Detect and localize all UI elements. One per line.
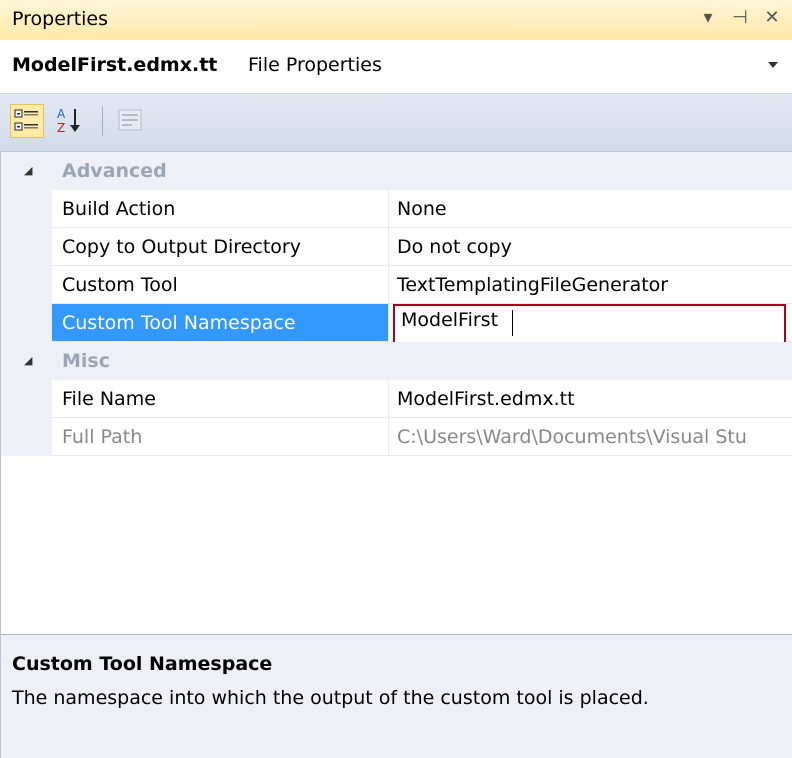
pin-icon[interactable]: ⊣	[730, 7, 750, 28]
category-label: Misc	[62, 350, 110, 372]
property-value-cell[interactable]: Do not copy	[389, 228, 792, 266]
property-name-cell[interactable]: Custom Tool Namespace	[52, 304, 389, 342]
collapse-triangle-icon[interactable]: ◢	[24, 164, 32, 177]
property-row[interactable]: Copy to Output Directory Do not copy	[0, 228, 792, 266]
collapse-triangle-icon[interactable]: ◢	[24, 354, 32, 367]
property-pages-icon	[118, 109, 142, 131]
property-value: None	[397, 198, 447, 220]
toolbar: A Z	[0, 94, 792, 152]
property-value-cell[interactable]: None	[389, 190, 792, 228]
property-value: Do not copy	[397, 236, 512, 258]
dropdown-icon[interactable]: ▾	[698, 7, 718, 28]
property-name: Copy to Output Directory	[62, 236, 301, 258]
window-controls: ▾ ⊣ ✕	[698, 7, 782, 28]
svg-text:A: A	[57, 107, 66, 121]
window-title: Properties	[12, 8, 109, 30]
toolbar-separator	[102, 106, 103, 136]
property-name: Build Action	[62, 198, 176, 220]
property-value: C:\Users\Ward\Documents\Visual Stu	[397, 426, 747, 448]
chevron-down-icon[interactable]	[768, 62, 778, 68]
property-value-cell[interactable]: ModelFirst.edmx.tt	[389, 380, 792, 418]
property-row[interactable]: Custom Tool TextTemplatingFileGenerator	[0, 266, 792, 304]
category-label: Advanced	[62, 160, 167, 182]
property-value-cell[interactable]: C:\Users\Ward\Documents\Visual Stu	[389, 418, 792, 456]
categorized-icon	[14, 109, 38, 131]
categorized-button[interactable]	[10, 104, 44, 138]
property-value: ModelFirst.edmx.tt	[397, 388, 575, 410]
namespace-input[interactable]	[397, 309, 705, 331]
property-name: Custom Tool	[62, 274, 178, 296]
property-pages-button[interactable]	[114, 104, 148, 138]
close-icon[interactable]: ✕	[762, 7, 782, 28]
property-row-readonly[interactable]: Full Path C:\Users\Ward\Documents\Visual…	[0, 418, 792, 456]
property-name-cell[interactable]: Full Path	[52, 418, 389, 456]
property-name-cell[interactable]: Custom Tool	[52, 266, 389, 304]
panel-border	[0, 152, 1, 758]
property-name: Full Path	[62, 426, 143, 448]
property-name-cell[interactable]: File Name	[52, 380, 389, 418]
object-name: ModelFirst.edmx.tt	[12, 54, 218, 76]
property-value-cell[interactable]: TextTemplatingFileGenerator	[389, 266, 792, 304]
property-name: File Name	[62, 388, 156, 410]
property-row[interactable]: File Name ModelFirst.edmx.tt	[0, 380, 792, 418]
category-misc[interactable]: ◢ Misc	[0, 342, 792, 380]
property-grid: ◢ Advanced Build Action None Copy to Out…	[0, 152, 792, 635]
help-panel: Custom Tool Namespace The namespace into…	[0, 635, 792, 758]
help-description: The namespace into which the output of t…	[12, 687, 649, 709]
property-row[interactable]: Build Action None	[0, 190, 792, 228]
title-bar: Properties ▾ ⊣ ✕	[0, 0, 792, 40]
property-row-selected[interactable]: Custom Tool Namespace	[0, 304, 792, 349]
object-selector[interactable]: ModelFirst.edmx.tt File Properties	[0, 40, 792, 94]
svg-text:Z: Z	[57, 121, 65, 135]
property-name-cell[interactable]: Copy to Output Directory	[52, 228, 389, 266]
property-name-cell[interactable]: Build Action	[52, 190, 389, 228]
alphabetical-icon: A Z	[57, 107, 80, 135]
property-value: TextTemplatingFileGenerator	[397, 274, 669, 296]
help-title: Custom Tool Namespace	[12, 653, 273, 675]
property-name: Custom Tool Namespace	[62, 312, 296, 334]
object-type: File Properties	[248, 54, 382, 76]
category-advanced[interactable]: ◢ Advanced	[0, 152, 792, 190]
alphabetical-button[interactable]: A Z	[54, 104, 88, 138]
text-caret	[512, 310, 513, 336]
